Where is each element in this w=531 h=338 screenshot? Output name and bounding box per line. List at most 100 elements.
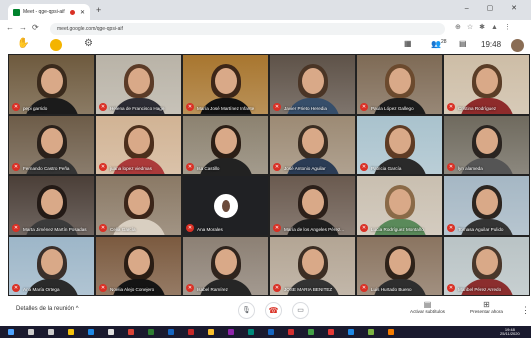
participant-name: Tomasa Aguilar Pulido <box>458 226 504 232</box>
more-options-icon[interactable]: ⋮ <box>521 305 530 316</box>
search-icon[interactable] <box>28 329 34 335</box>
address-bar-row: ←→⟳ meet.google.com/qge-qpsi-aif ⊕☆✱▲⋮ <box>0 20 531 39</box>
participant-face <box>127 67 150 94</box>
participant-tile[interactable]: ✕ Ana María Ortega <box>8 235 95 296</box>
participant-face <box>388 249 411 276</box>
taskbar-clock: 19:48 25/11/2020 <box>500 328 520 336</box>
mic-muted-icon: ✕ <box>447 284 455 292</box>
task-view-icon[interactable] <box>48 329 54 335</box>
mic-muted-icon: ✕ <box>186 284 194 292</box>
chrome-icon[interactable] <box>128 329 134 335</box>
grid-layout-icon[interactable]: ▦ <box>404 39 412 48</box>
account-avatar[interactable] <box>511 39 524 52</box>
participant-name: Isa Castillo <box>197 166 220 171</box>
windows-start-icon[interactable] <box>8 329 14 335</box>
nav-buttons[interactable]: ←→⟳ <box>6 23 44 32</box>
mic-muted-icon: ✕ <box>186 223 194 232</box>
participant-tile[interactable]: ✕ Luis Hurtado Bueno <box>356 235 443 296</box>
chat-icon[interactable]: ▤ <box>459 39 467 48</box>
new-tab-button[interactable]: + <box>96 5 101 15</box>
present-icon: ⊞ <box>483 300 490 309</box>
participant-tile[interactable]: ✕ Paula López Gallego <box>356 54 443 115</box>
app-icon[interactable] <box>268 329 274 335</box>
browser-tab-meet[interactable]: Meet - qge-qpsi-aif ✕ <box>8 4 90 20</box>
participant-name: Isabel Ramírez <box>197 287 228 292</box>
people-icon[interactable]: 👥28 <box>431 39 447 49</box>
participant-tile[interactable]: ✕ Cristina Rodríguez <box>443 54 530 115</box>
participant-tile[interactable]: ✕ Tomasa Aguilar Pulido <box>443 175 530 236</box>
participant-name: María de los Angeles Pérez... <box>284 226 345 232</box>
participant-tile[interactable]: ✕ José Antonio Aguilar <box>269 114 356 175</box>
participant-tile[interactable]: ✕ JOSE MARIA BENITEZ <box>269 235 356 296</box>
participant-tile[interactable]: ✕ pepi garrido <box>8 54 95 115</box>
url-text: meet.google.com/qge-qpsi-aif <box>57 26 123 32</box>
window-controls[interactable]: – ▢ ✕ <box>465 4 525 12</box>
participant-tile[interactable]: ✕ Ana Morales <box>182 175 269 236</box>
participant-tile[interactable]: ✕ Noelia Alejo Conejero <box>95 235 182 296</box>
participant-tile[interactable]: ✕ María de los Angeles Pérez... <box>269 175 356 236</box>
powerpoint-icon[interactable] <box>188 329 194 335</box>
participant-tile[interactable]: ✕ lyn alameda <box>443 114 530 175</box>
app-icon[interactable] <box>368 329 374 335</box>
participant-name: Fernando Castro Peña <box>23 166 70 171</box>
participant-name: lyn alameda <box>458 166 483 171</box>
participant-tile[interactable]: ✕ Marta Jiménez Martín Posadas <box>8 175 95 236</box>
participant-name: José Antonio Aguilar <box>284 166 326 171</box>
phone-hangup-icon[interactable]: ☎ <box>265 302 282 319</box>
excel-icon[interactable] <box>148 329 154 335</box>
mic-muted-icon: ✕ <box>273 223 281 232</box>
mic-icon[interactable]: 🎙 <box>238 302 255 319</box>
participant-face <box>475 67 498 94</box>
mic-muted-icon: ✕ <box>12 102 20 111</box>
participant-grid: ✕ pepi garrido ✕ Helena de Francisco Hage ✕ M… <box>8 54 531 296</box>
participant-tile[interactable]: ✕ María José Martínez Infante <box>182 54 269 115</box>
meeting-details-button[interactable]: Detalles de la reunión ^ <box>16 306 79 312</box>
mic-muted-icon: ✕ <box>12 284 20 292</box>
participant-face <box>475 249 498 276</box>
present-now-button[interactable]: ⊞ Presentar ahora <box>470 300 503 314</box>
app-icon[interactable] <box>248 329 254 335</box>
mic-muted-icon: ✕ <box>186 102 194 111</box>
participant-name: pepi garrido <box>23 105 48 111</box>
extension-icons[interactable]: ⊕☆✱▲⋮ <box>455 23 517 31</box>
raise-hand-icon[interactable]: ✋ <box>17 38 29 49</box>
participant-tile[interactable]: ✕ Fernando Castro Peña <box>8 114 95 175</box>
captions-button[interactable]: ▤ Activar subtítulos <box>410 300 445 314</box>
app-icon[interactable] <box>208 329 214 335</box>
participant-tile[interactable]: ✕ Isa Castillo <box>182 114 269 175</box>
participant-name: Maribel Pérez Arredo <box>458 287 502 292</box>
app-icon[interactable] <box>348 329 354 335</box>
url-field[interactable]: meet.google.com/qge-qpsi-aif <box>50 23 445 35</box>
participant-face <box>40 128 63 155</box>
app-icon[interactable] <box>388 329 394 335</box>
participant-tile[interactable]: ✕ Patricia García <box>356 114 443 175</box>
participant-tile[interactable]: ✕ Helena de Francisco Hage <box>95 54 182 115</box>
app-icon[interactable] <box>228 329 234 335</box>
store-icon[interactable] <box>108 329 114 335</box>
app-icon[interactable] <box>288 329 294 335</box>
participant-face <box>301 128 324 155</box>
word-icon[interactable] <box>168 329 174 335</box>
participant-tile[interactable]: ✕ Lucía Rodríguez Montaño <box>356 175 443 236</box>
participant-tile[interactable]: ✕ Maribel Pérez Arredo <box>443 235 530 296</box>
participant-tile[interactable]: ✕ Isabel Ramírez <box>182 235 269 296</box>
participant-tile[interactable]: ✕ Celia García <box>95 175 182 236</box>
captions-label: Activar subtítulos <box>410 309 445 314</box>
gear-icon[interactable]: ⚙ <box>84 38 93 49</box>
file-explorer-icon[interactable] <box>68 329 74 335</box>
mic-muted-icon: ✕ <box>447 163 455 171</box>
app-icon[interactable] <box>328 329 334 335</box>
mic-muted-icon: ✕ <box>99 102 107 111</box>
user-avatar-icon[interactable] <box>50 39 62 51</box>
participant-name: Marta Jiménez Martín Posadas <box>23 226 87 232</box>
camera-icon[interactable]: ▭ <box>292 302 309 319</box>
participant-name: Ana María Ortega <box>23 287 60 292</box>
participant-tile[interactable]: ✕ juana lopez viedmas <box>95 114 182 175</box>
app-icon[interactable] <box>308 329 314 335</box>
participant-face <box>388 188 411 215</box>
participant-name: Javier Prieto Heredia <box>284 105 327 111</box>
edge-icon[interactable] <box>88 329 94 335</box>
close-tab-icon[interactable]: ✕ <box>80 9 85 16</box>
participant-tile[interactable]: ✕ Javier Prieto Heredia <box>269 54 356 115</box>
participant-name: juana lopez viedmas <box>110 166 152 171</box>
